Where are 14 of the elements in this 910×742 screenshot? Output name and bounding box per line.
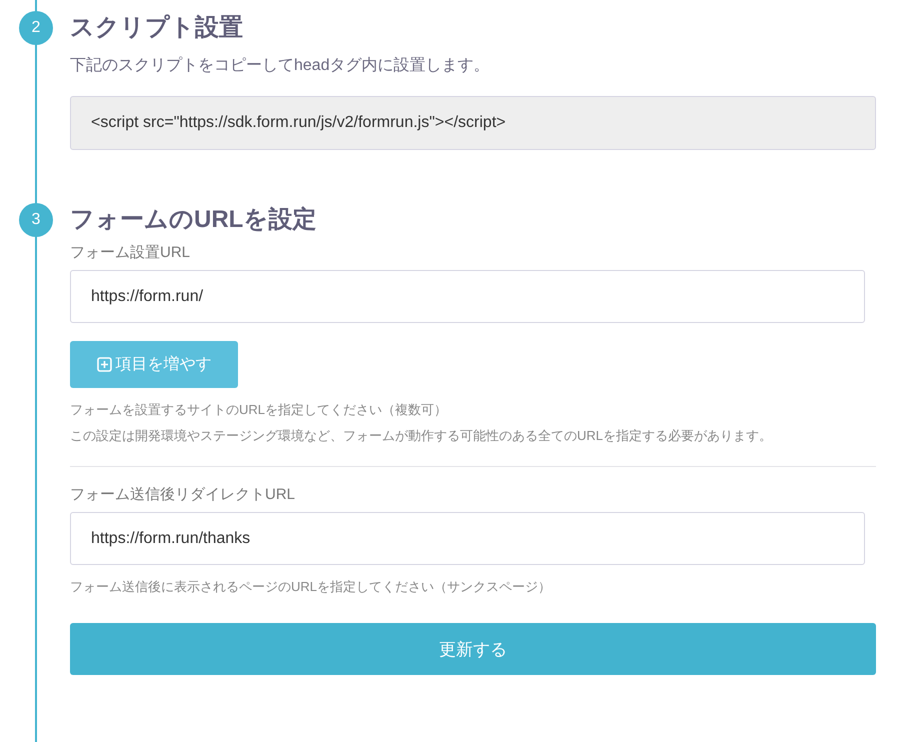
- field-label: フォーム設置URL: [70, 243, 190, 262]
- url-field[interactable]: https://form.run/thanks: [70, 512, 865, 565]
- step-number: 2: [19, 11, 53, 45]
- plus-square-icon: [96, 357, 112, 372]
- step-title: スクリプト設置: [70, 13, 243, 43]
- help-text: フォームを設置するサイトのURLを指定してください（複数可）: [70, 401, 448, 419]
- help-text: この設定は開発環境やステージング環境など、フォームが動作する可能性のある全てのURLを指定する必要があります。: [70, 427, 772, 445]
- field-label: フォーム送信後リダイレクトURL: [70, 485, 296, 504]
- step-number: 3: [19, 203, 53, 237]
- code-snippet: <script src="https://sdk.form.run/js/v2/formrun.js"></script>: [70, 96, 876, 150]
- step-description: 下記のスクリプトをコピーしてheadタグ内に設置します。: [70, 56, 490, 76]
- help-text: フォーム送信後に表示されるページのURLを指定してください（サンクスページ）: [70, 578, 552, 596]
- step-title: フォームのURLを設定: [70, 205, 316, 235]
- url-field[interactable]: https://form.run/: [70, 270, 865, 323]
